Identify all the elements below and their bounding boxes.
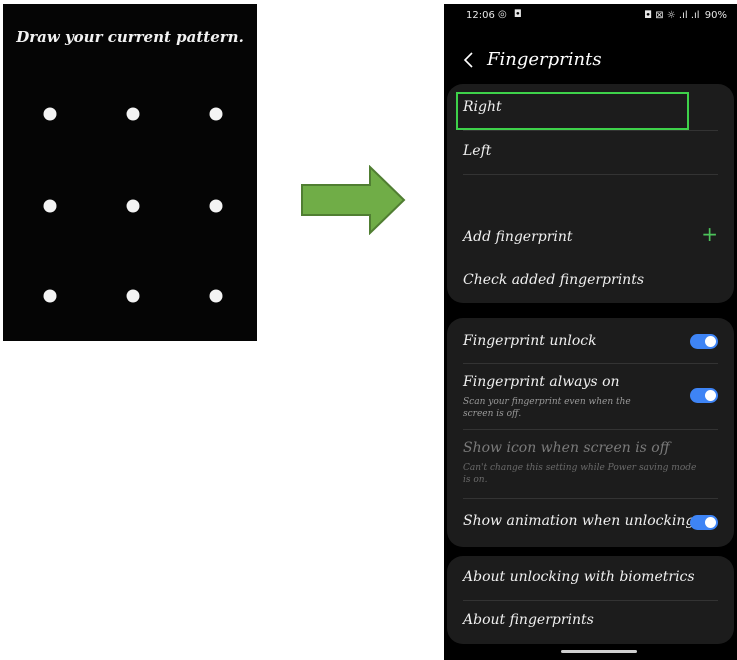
pattern-dot-3[interactable] — [209, 107, 223, 121]
pattern-dot-6[interactable] — [209, 199, 223, 213]
status-icons: ◘ ⊠ ☼ .ıl .ıl 90% — [644, 10, 727, 21]
about-biometrics-label: About unlocking with biometrics — [463, 569, 695, 585]
show-icon-description: Can't change this setting while Power sa… — [463, 463, 697, 485]
fingerprint-unlock-label: Fingerprint unlock — [463, 333, 597, 349]
about-fingerprints-label: About fingerprints — [463, 612, 594, 628]
right-arrow-icon — [301, 165, 406, 235]
signal-icons: ◘ ⊠ ☼ .ıl .ıl — [644, 10, 700, 21]
home-indicator[interactable] — [561, 650, 637, 653]
check-fingerprints-button[interactable]: Check added fingerprints — [447, 261, 734, 303]
plus-icon[interactable]: + — [701, 224, 718, 244]
add-fingerprint-button[interactable]: Add fingerprint — [447, 217, 734, 261]
toggle-knob — [705, 336, 716, 347]
pattern-dot-4[interactable] — [43, 199, 57, 213]
divider — [463, 174, 718, 175]
toggle-knob — [705, 390, 716, 401]
fingerprint-item-left[interactable]: Left — [447, 131, 734, 175]
battery-percentage: 90% — [704, 10, 727, 21]
pattern-dot-2[interactable] — [126, 107, 140, 121]
show-icon-label: Show icon when screen is off — [463, 440, 670, 456]
add-fingerprint-label: Add fingerprint — [463, 229, 573, 245]
fingerprint-always-on-label: Fingerprint always on — [463, 374, 620, 390]
chevron-left-icon[interactable] — [462, 50, 476, 70]
pattern-dot-7[interactable] — [43, 289, 57, 303]
about-fingerprints-link[interactable]: About fingerprints — [447, 601, 734, 644]
about-card: About unlocking with biometrics About fi… — [447, 556, 734, 644]
show-animation-toggle[interactable] — [690, 515, 718, 530]
show-icon-row: Show icon when screen is off Can't chang… — [447, 430, 734, 498]
fingerprint-unlock-toggle[interactable] — [690, 334, 718, 349]
pattern-dot-9[interactable] — [209, 289, 223, 303]
pattern-dot-5[interactable] — [126, 199, 140, 213]
show-animation-row[interactable]: Show animation when unlocking — [447, 499, 734, 547]
fingerprint-always-on-description: Scan your fingerprint even when the scre… — [463, 397, 631, 419]
fingerprint-options-card: Fingerprint unlock Fingerprint always on… — [447, 318, 734, 547]
status-time: 12:06 — [466, 10, 495, 21]
fingerprint-label: Left — [463, 143, 492, 159]
selection-highlight — [456, 92, 689, 130]
pattern-lock-screen: Draw your current pattern. — [3, 4, 257, 341]
pattern-dot-8[interactable] — [126, 289, 140, 303]
notification-icons: ◎ ◘ — [498, 9, 524, 20]
status-bar: 12:06 ◎ ◘ ◘ ⊠ ☼ .ıl .ıl 90% — [444, 4, 737, 26]
page-title: Fingerprints — [487, 49, 602, 70]
pattern-dot-1[interactable] — [43, 107, 57, 121]
about-biometrics-link[interactable]: About unlocking with biometrics — [447, 556, 734, 600]
toggle-knob — [705, 517, 716, 528]
fingerprints-card: Right Left Add fingerprint + Check added… — [447, 84, 734, 303]
pattern-title: Draw your current pattern. — [16, 28, 244, 46]
fingerprint-unlock-row[interactable]: Fingerprint unlock — [447, 318, 734, 362]
show-animation-label: Show animation when unlocking — [463, 513, 695, 529]
check-fingerprints-label: Check added fingerprints — [463, 272, 645, 288]
phone-screen: 12:06 ◎ ◘ ◘ ⊠ ☼ .ıl .ıl 90% Fingerprints… — [444, 4, 737, 660]
fingerprint-always-on-toggle[interactable] — [690, 388, 718, 403]
fingerprint-always-on-row[interactable]: Fingerprint always on Scan your fingerpr… — [447, 364, 734, 429]
